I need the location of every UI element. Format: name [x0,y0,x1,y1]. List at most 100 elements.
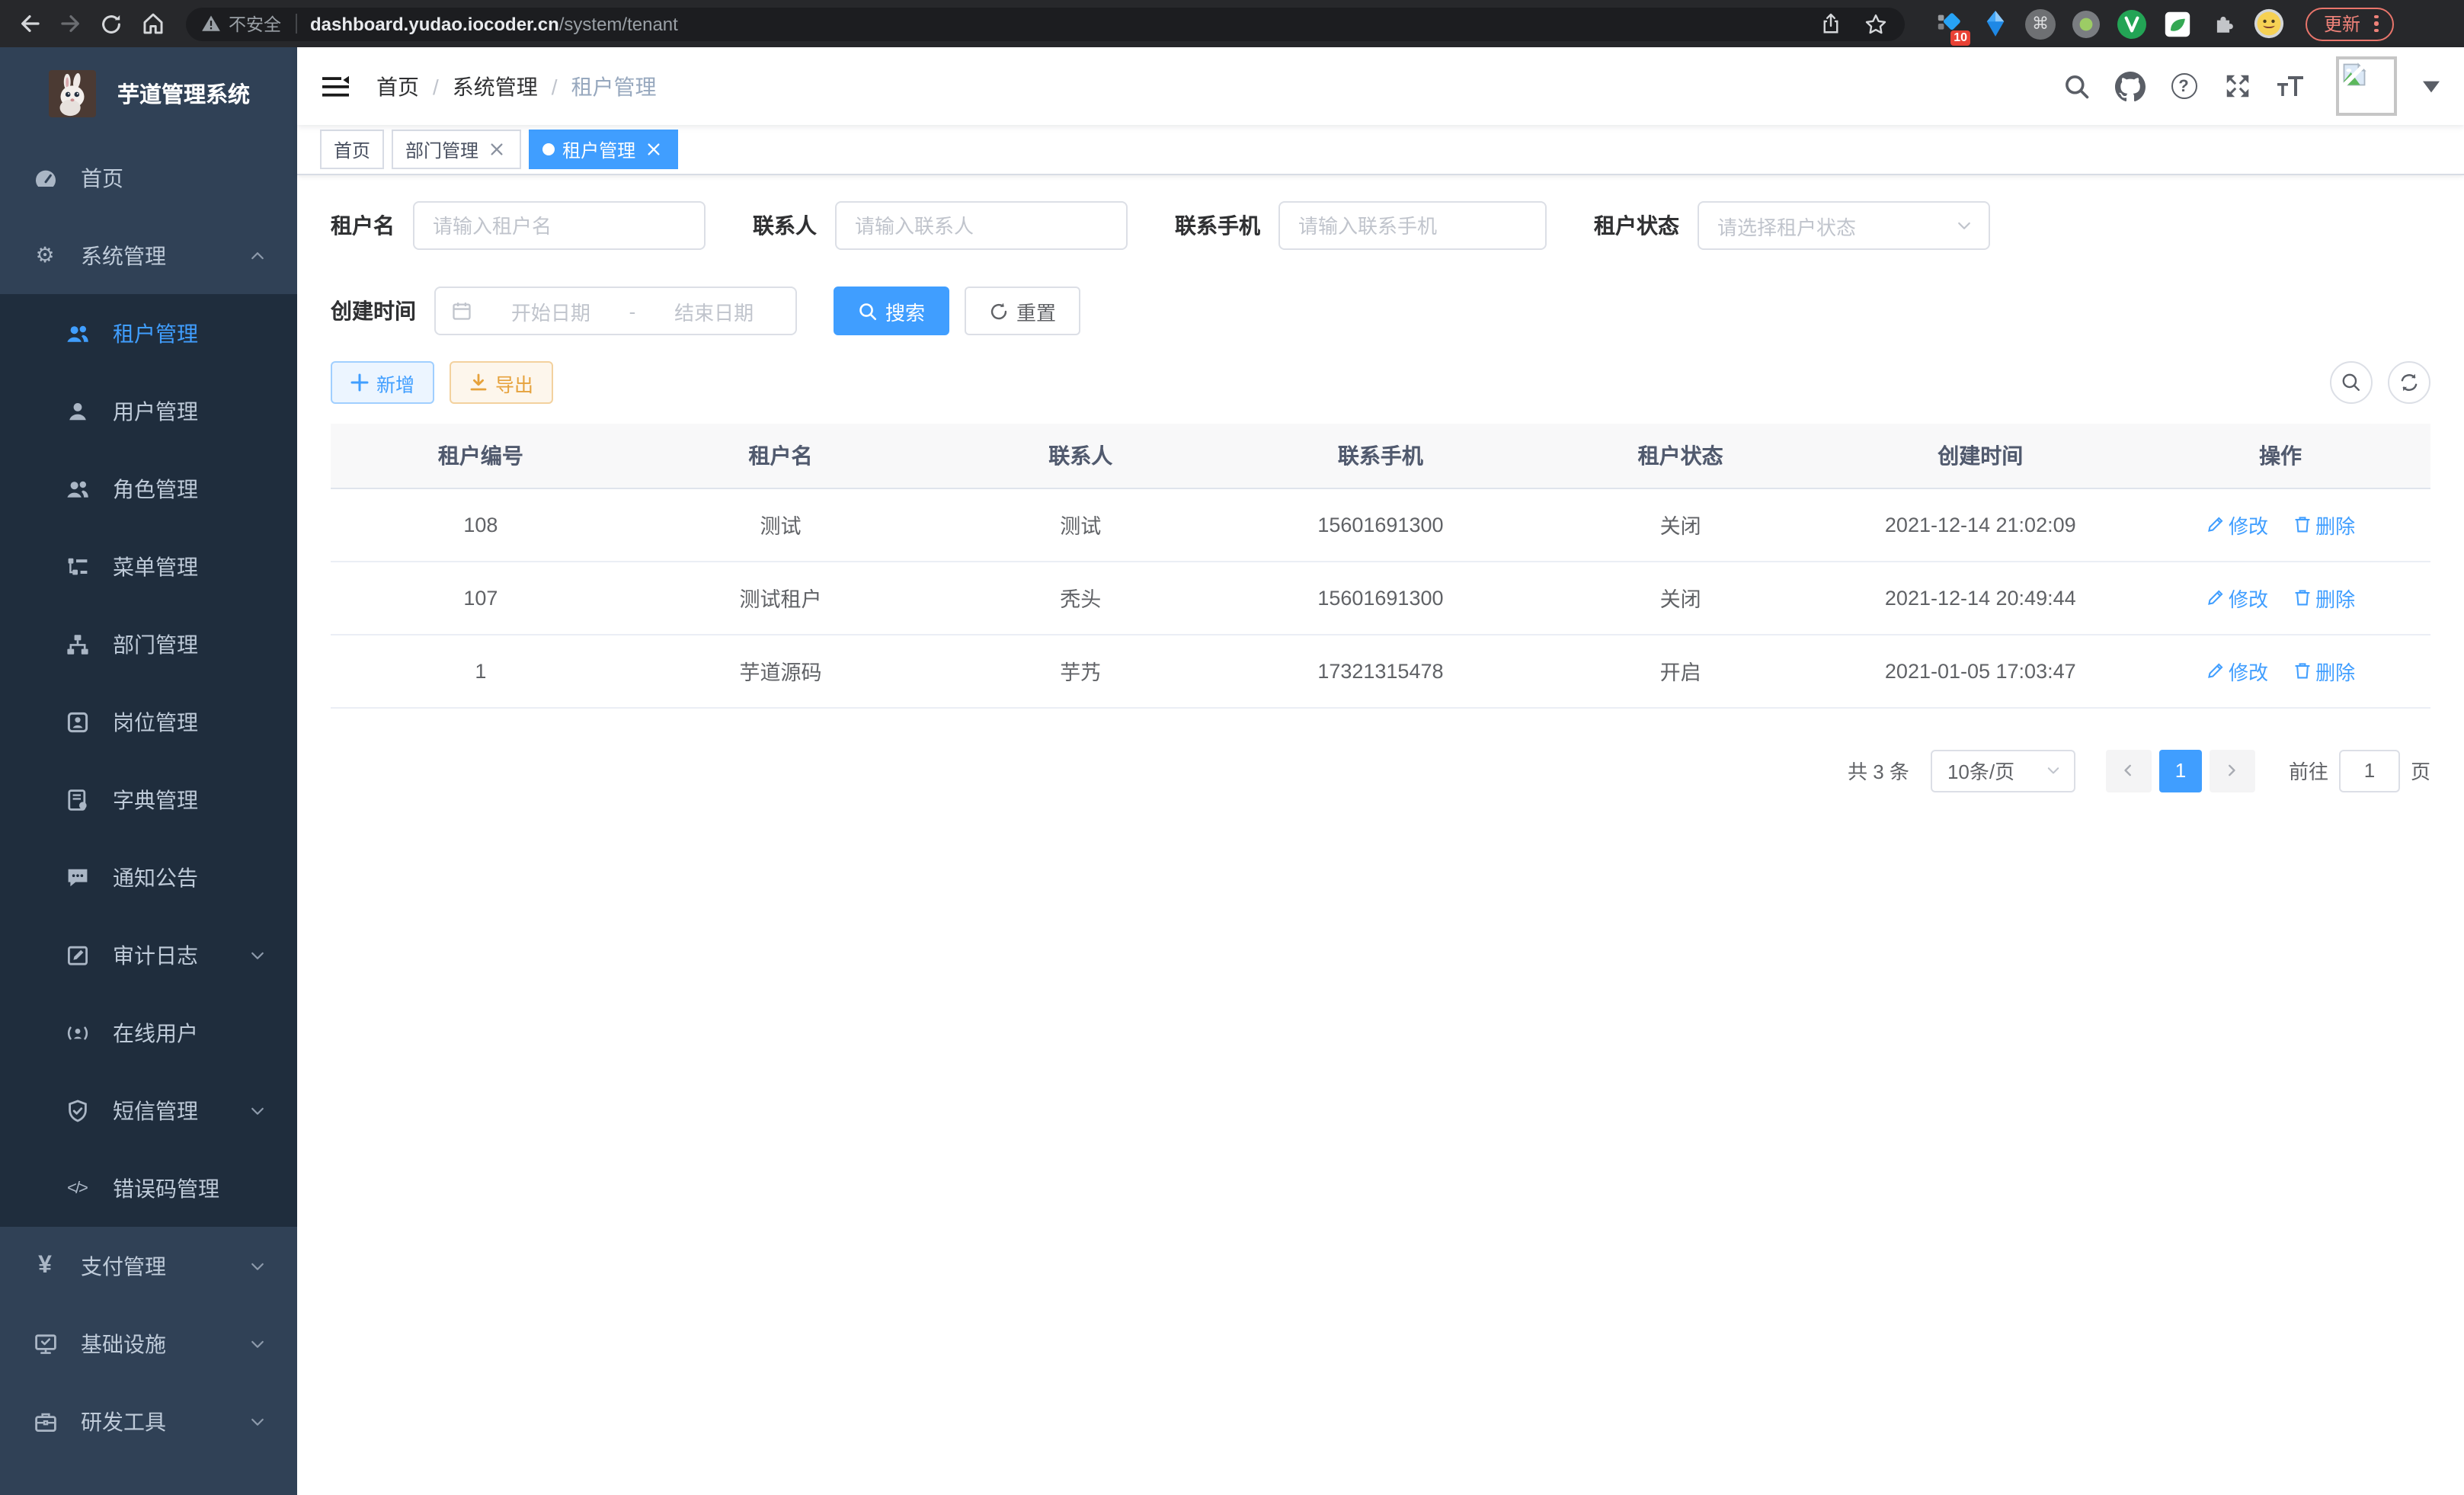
tab-dept[interactable]: 部门管理 [392,130,521,169]
reload-icon[interactable] [98,10,125,37]
reset-button[interactable]: 重置 [965,287,1080,335]
home-icon[interactable] [139,10,166,37]
ext-badge: 10 [1950,30,1970,45]
chevron-down-icon [248,946,267,964]
export-button-label: 导出 [495,368,533,397]
export-button[interactable]: 导出 [450,361,553,404]
sidebar-item-online-user[interactable]: 在线用户 [0,994,297,1071]
update-button[interactable]: 更新 [2306,7,2393,40]
url-path: /system/tenant [559,13,678,34]
delete-link[interactable]: 删除 [2293,510,2355,539]
col-actions: 操作 [2130,424,2430,488]
address-bar[interactable]: 不安全 dashboard.yudao.iocoder.cn/system/te… [186,7,1905,40]
sidebar-item-devtool[interactable]: 研发工具 [0,1382,297,1460]
help-icon[interactable]: ? [2168,71,2199,101]
tab-label: 首页 [334,136,370,162]
close-icon[interactable] [486,139,507,160]
mobile-input[interactable] [1278,201,1547,250]
page-number-1[interactable]: 1 [2159,749,2202,792]
sidebar-item-role[interactable]: 角色管理 [0,450,297,527]
sidebar-item-pay[interactable]: ¥ 支付管理 [0,1227,297,1305]
forward-icon[interactable] [56,10,84,37]
add-button[interactable]: 新增 [331,361,434,404]
bookmark-star-icon[interactable] [1862,10,1890,37]
sidebar-item-user[interactable]: 用户管理 [0,372,297,450]
refresh-table-button[interactable] [2388,361,2430,404]
chevron-up-icon [248,246,267,264]
plus-icon [350,373,369,392]
navbar: 首页 / 系统管理 / 租户管理 ? [297,47,2464,125]
col-tenant-name: 租户名 [631,424,931,488]
ext-kite-icon[interactable] [1979,8,2010,39]
trash-icon [2293,661,2311,680]
fullscreen-icon[interactable] [2222,71,2252,101]
tab-home[interactable]: 首页 [320,130,384,169]
tags-view-bar: 首页 部门管理 租户管理 [297,125,2464,175]
prev-page-button[interactable] [2106,749,2152,792]
cell-contact: 芋艿 [930,634,1230,707]
sidebar-item-tenant[interactable]: 租户管理 [0,294,297,372]
sms-shield-icon [64,1097,90,1123]
tab-tenant[interactable]: 租户管理 [529,130,678,169]
breadcrumb-system[interactable]: 系统管理 [453,71,538,101]
table-row[interactable]: 108 测试 测试 15601691300 关闭 2021-12-14 21:0… [331,488,2430,561]
back-icon[interactable] [15,10,43,37]
sidebar-item-sms[interactable]: 短信管理 [0,1071,297,1149]
address-divider [295,14,296,34]
date-separator: - [629,299,636,322]
chevron-down-icon [248,1257,267,1275]
table-row[interactable]: 107 测试租户 秃头 15601691300 关闭 2021-12-14 20… [331,561,2430,634]
close-icon[interactable] [643,139,664,160]
delete-link[interactable]: 删除 [2293,583,2355,612]
sidebar-item-home[interactable]: 首页 [0,139,297,216]
sidebar-item-post[interactable]: 岗位管理 [0,683,297,760]
sidebar-item-label: 角色管理 [113,473,198,504]
toggle-search-button[interactable] [2330,361,2373,404]
table-row[interactable]: 1 芋道源码 芋艿 17321315478 开启 2021-01-05 17:0… [331,634,2430,707]
contact-input[interactable] [835,201,1128,250]
date-range-input[interactable]: 开始日期 - 结束日期 [434,287,797,335]
user-menu-caret-icon[interactable] [2423,80,2440,92]
ext-sidekick-icon[interactable]: 10 [1934,8,1964,39]
pagination: 共 3 条 10条/页 1 前往 [331,749,2430,792]
next-page-button[interactable] [2210,749,2255,792]
edit-link[interactable]: 修改 [2206,583,2268,612]
github-icon[interactable] [2115,71,2146,101]
search-icon[interactable] [2062,71,2092,101]
ext-command-icon[interactable]: ⌘ [2025,8,2056,39]
status-select[interactable]: 请选择租户状态 [1698,201,1990,250]
extensions-puzzle-icon[interactable] [2208,8,2238,39]
profile-emoji-icon[interactable] [2254,8,2284,39]
sidebar-item-infra[interactable]: 基础设施 [0,1305,297,1382]
goto-page-input[interactable] [2339,749,2400,792]
ext-leaf-icon[interactable] [2162,8,2193,39]
sidebar-item-error-code[interactable]: </> 错误码管理 [0,1149,297,1227]
sidebar-logo[interactable]: 芋道管理系统 [0,47,297,139]
cell-name: 测试租户 [631,561,931,634]
table-tools [2330,361,2430,404]
table-toolbar: 新增 导出 [331,361,2430,404]
ext-v-logo-icon[interactable] [2117,8,2147,39]
sidebar-item-notice[interactable]: 通知公告 [0,838,297,916]
online-icon [64,1020,90,1045]
page-size-select[interactable]: 10条/页 [1931,749,2075,792]
sidebar-item-menu[interactable]: 菜单管理 [0,527,297,605]
hamburger-icon[interactable] [320,71,350,101]
edit-link[interactable]: 修改 [2206,656,2268,685]
sidebar-item-label: 岗位管理 [113,706,198,737]
sidebar-item-audit-log[interactable]: 审计日志 [0,916,297,994]
delete-link[interactable]: 删除 [2293,656,2355,685]
sidebar-item-dict[interactable]: 字典管理 [0,760,297,838]
font-size-icon[interactable] [2275,71,2306,101]
ext-record-icon[interactable] [2071,8,2101,39]
sidebar-item-label: 系统管理 [81,240,166,271]
search-button[interactable]: 搜索 [834,287,949,335]
browser-menu-kebab-icon[interactable] [2374,15,2378,33]
sidebar-item-dept[interactable]: 部门管理 [0,605,297,683]
sidebar-item-system[interactable]: ⚙ 系统管理 [0,216,297,294]
share-icon[interactable] [1816,10,1844,37]
breadcrumb-home[interactable]: 首页 [376,71,419,101]
avatar[interactable] [2336,56,2397,116]
edit-link[interactable]: 修改 [2206,510,2268,539]
tenant-name-input[interactable] [413,201,706,250]
